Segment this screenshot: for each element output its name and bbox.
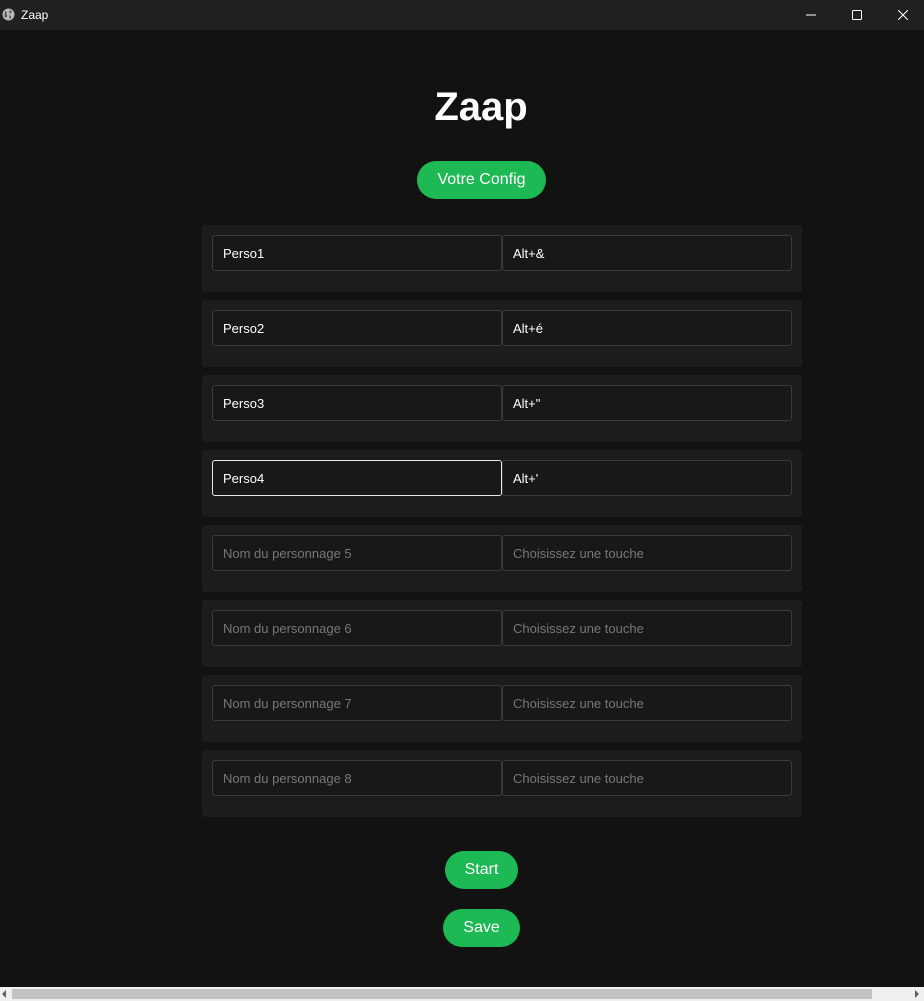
character-key-input-1[interactable] xyxy=(502,235,792,271)
close-icon xyxy=(898,10,908,20)
maximize-icon xyxy=(852,10,862,20)
character-row-4 xyxy=(202,450,802,517)
character-row-6 xyxy=(202,600,802,667)
maximize-button[interactable] xyxy=(834,0,880,30)
horizontal-scrollbar[interactable] xyxy=(0,987,924,1001)
save-button[interactable]: Save xyxy=(443,909,520,947)
scrollbar-thumb[interactable] xyxy=(12,989,872,999)
globe-icon xyxy=(2,8,15,21)
character-row-5 xyxy=(202,525,802,592)
character-key-input-6[interactable] xyxy=(502,610,792,646)
character-row-7 xyxy=(202,675,802,742)
character-key-input-8[interactable] xyxy=(502,760,792,796)
character-key-input-2[interactable] xyxy=(502,310,792,346)
character-row-3 xyxy=(202,375,802,442)
character-row-8 xyxy=(202,750,802,817)
character-row-1 xyxy=(202,225,802,292)
character-key-input-3[interactable] xyxy=(502,385,792,421)
minimize-icon xyxy=(806,14,816,16)
character-key-input-7[interactable] xyxy=(502,685,792,721)
close-button[interactable] xyxy=(880,0,924,30)
character-name-input-4[interactable] xyxy=(212,460,502,496)
character-name-input-2[interactable] xyxy=(212,310,502,346)
character-row-2 xyxy=(202,300,802,367)
page-title: Zaap xyxy=(434,85,528,129)
character-name-input-7[interactable] xyxy=(212,685,502,721)
character-key-input-5[interactable] xyxy=(502,535,792,571)
start-button[interactable]: Start xyxy=(445,851,518,889)
window-titlebar: Zaap xyxy=(0,0,924,30)
character-name-input-8[interactable] xyxy=(212,760,502,796)
character-key-input-4[interactable] xyxy=(502,460,792,496)
window-title: Zaap xyxy=(21,8,49,22)
character-name-input-1[interactable] xyxy=(212,235,502,271)
main-content: Zaap Votre Config Start Save xyxy=(0,30,924,987)
scroll-right-icon[interactable] xyxy=(915,990,919,998)
character-name-input-5[interactable] xyxy=(212,535,502,571)
config-button[interactable]: Votre Config xyxy=(417,161,546,199)
character-name-input-3[interactable] xyxy=(212,385,502,421)
character-name-input-6[interactable] xyxy=(212,610,502,646)
minimize-button[interactable] xyxy=(788,0,834,30)
scroll-left-icon[interactable] xyxy=(2,990,6,998)
